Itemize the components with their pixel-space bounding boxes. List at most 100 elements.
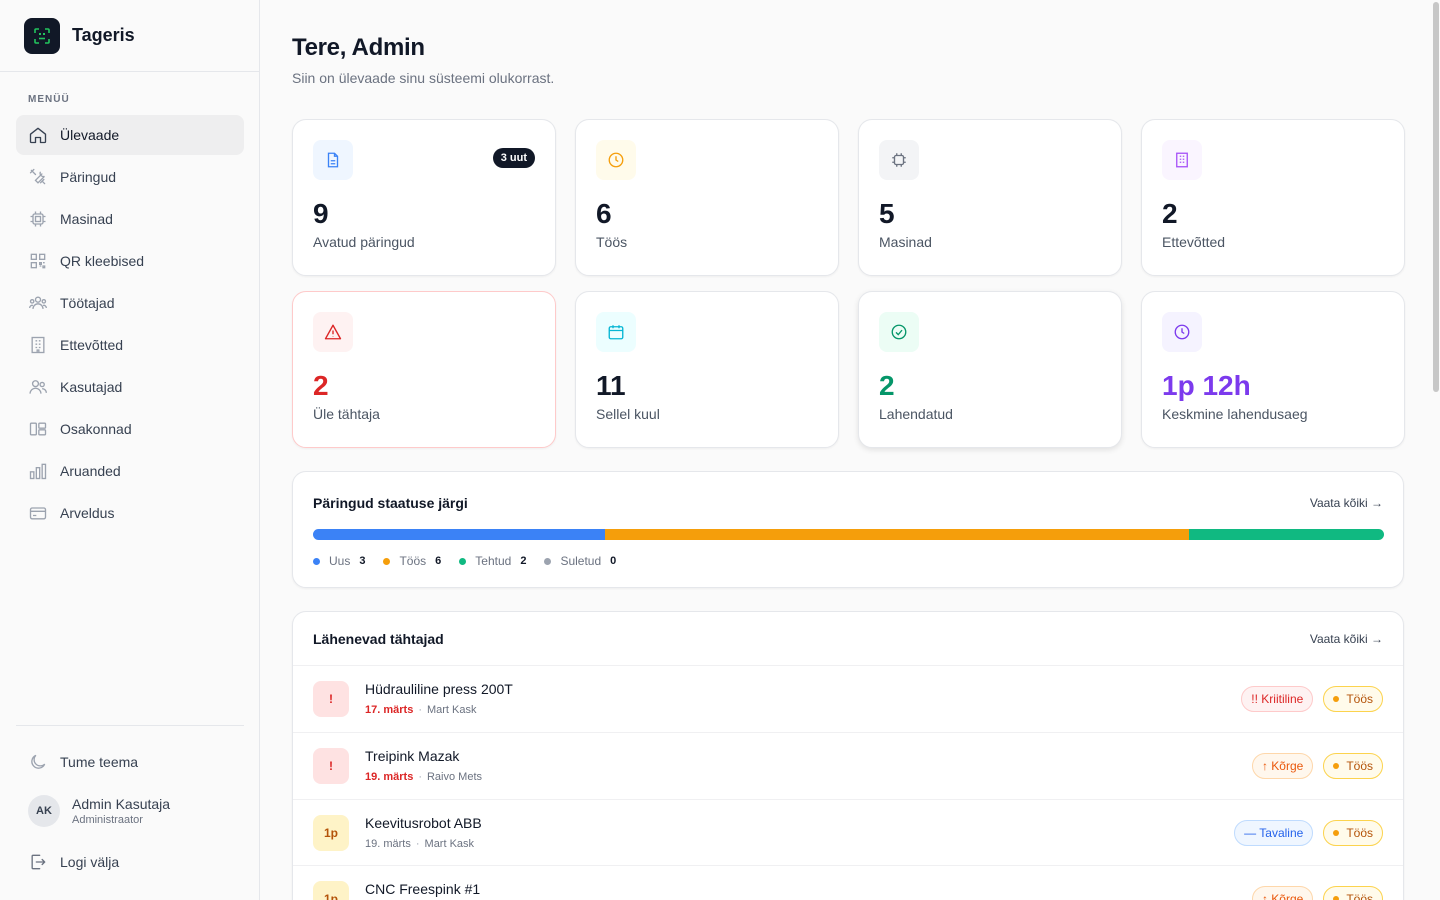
legend-item-suletud: Suletud 0 bbox=[544, 554, 616, 568]
row-tags: !! Kriitiline Töös bbox=[1231, 686, 1383, 712]
sidebar-item-label: Ülevaade bbox=[60, 127, 120, 143]
row-person: Raivo Mets bbox=[426, 771, 483, 783]
sidebar-nav: Ülevaade Päringud Masinad QR kleebised T… bbox=[16, 115, 244, 535]
stat-label: Lahendatud bbox=[879, 406, 953, 422]
deadlines-view-all-link[interactable]: Vaata kõiki → bbox=[1310, 632, 1383, 646]
sidebar-item-tootajad[interactable]: Töötajad bbox=[16, 283, 244, 323]
stat-label: Ettevõtted bbox=[1162, 234, 1226, 250]
credit-card-icon bbox=[29, 507, 47, 520]
sidebar-item-label: Töötajad bbox=[60, 295, 115, 311]
users-icon bbox=[29, 380, 47, 394]
building-icon bbox=[1162, 140, 1202, 180]
sidebar-item-qr-kleebised[interactable]: QR kleebised bbox=[16, 241, 244, 281]
brand[interactable]: Tageris bbox=[0, 0, 259, 72]
status-bar-segment bbox=[1189, 529, 1384, 540]
brand-logo-icon bbox=[24, 17, 60, 54]
stat-card-open-requests[interactable]: 3 uut 9 Avatud päringud bbox=[292, 119, 556, 276]
stat-card-machines[interactable]: 5 Masinad bbox=[858, 119, 1122, 276]
stat-value: 2 bbox=[1162, 198, 1178, 229]
theme-toggle-button[interactable]: Tume teema bbox=[16, 742, 244, 782]
stat-label: Üle tähtaja bbox=[313, 406, 380, 422]
row-title: CNC Freespink #1 bbox=[365, 881, 481, 897]
home-icon bbox=[29, 127, 47, 144]
priority-marker: 1p bbox=[313, 881, 349, 900]
row-person: Mart Kask bbox=[426, 704, 477, 716]
status-panel-title: Päringud staatuse järgi bbox=[313, 495, 468, 511]
row-person: Mart Kask bbox=[424, 838, 475, 850]
user-name: Admin Kasutaja bbox=[72, 796, 171, 812]
brand-name: Tageris bbox=[72, 25, 135, 45]
status-badge-label: Töös bbox=[1346, 692, 1373, 706]
status-dot bbox=[1333, 696, 1340, 702]
logout-label: Logi välja bbox=[60, 854, 120, 870]
qr-icon bbox=[30, 253, 46, 269]
team-icon bbox=[29, 296, 47, 309]
row-meta: 17. märts · Mart Kask bbox=[365, 704, 477, 716]
legend-dot bbox=[544, 557, 552, 565]
row-meta: 19. märts · Mart Kask bbox=[365, 838, 474, 850]
status-badge: Töös bbox=[1323, 753, 1383, 779]
status-dot bbox=[1333, 830, 1340, 836]
deadline-row[interactable]: ! Hüdrauliline press 200T 17. märts · Mart… bbox=[293, 665, 1403, 732]
stat-value: 1p 12h bbox=[1162, 370, 1251, 401]
priority-marker: ! bbox=[313, 681, 349, 717]
sidebar-item-label: Kasutajad bbox=[60, 379, 123, 395]
stat-card-resolved[interactable]: 2 Lahendatud bbox=[858, 291, 1122, 448]
sidebar-item-masinad[interactable]: Masinad bbox=[16, 199, 244, 239]
legend-label: Suletud bbox=[560, 554, 602, 568]
main-content: Tere, Admin Siin on ülevaade sinu süstee… bbox=[292, 0, 1405, 900]
stat-card-avg-resolution[interactable]: 1p 12h Keskmine lahendusaeg bbox=[1141, 291, 1405, 448]
sidebar-item-ettevotted[interactable]: Ettevõtted bbox=[16, 325, 244, 365]
page-scrollbar[interactable] bbox=[1432, 0, 1440, 900]
legend-label: Uus bbox=[329, 554, 351, 568]
page-subtitle: Siin on ülevaade sinu süsteemi olukorras… bbox=[292, 70, 555, 86]
stat-value: 11 bbox=[596, 370, 626, 401]
row-title: Treipink Mazak bbox=[365, 748, 460, 764]
row-date: 19. märts bbox=[365, 838, 411, 850]
stat-label: Töös bbox=[596, 234, 628, 250]
sidebar-item-osakonnad[interactable]: Osakonnad bbox=[16, 409, 244, 449]
clock-icon bbox=[1162, 312, 1202, 352]
status-bar-segment bbox=[605, 529, 1190, 540]
priority-badge: ↑ Kõrge bbox=[1251, 753, 1314, 779]
legend-label: Tehtud bbox=[475, 554, 512, 568]
row-tags: ↑ Kõrge Töös bbox=[1242, 886, 1383, 900]
stat-label: Avatud päringud bbox=[313, 234, 415, 250]
separator: · bbox=[418, 704, 422, 716]
sidebar-item-label: Aruanded bbox=[60, 463, 121, 479]
stat-card-this-month[interactable]: 11 Sellel kuul bbox=[575, 291, 839, 448]
stat-label: Sellel kuul bbox=[596, 406, 660, 422]
legend-dot bbox=[313, 557, 320, 565]
sidebar-item-paringud[interactable]: Päringud bbox=[16, 157, 244, 197]
status-legend: Uus 3 Töös 6 Tehtud 2 Suletud 0 bbox=[313, 554, 634, 568]
status-dot bbox=[1333, 763, 1340, 769]
scrollbar-thumb[interactable] bbox=[1433, 2, 1439, 392]
stat-value: 2 bbox=[879, 370, 895, 401]
stat-value: 9 bbox=[313, 198, 329, 229]
deadline-row[interactable]: 1p Keevitusrobot ABB 19. märts · Mart Kask… bbox=[293, 799, 1403, 866]
legend-count: 0 bbox=[610, 555, 617, 567]
logout-button[interactable]: Logi välja bbox=[16, 842, 244, 882]
status-view-all-link[interactable]: Vaata kõiki → bbox=[1310, 496, 1383, 510]
menu-label: MENÜÜ bbox=[28, 94, 70, 105]
separator: · bbox=[415, 838, 420, 850]
page-title: Tere, Admin bbox=[292, 34, 425, 61]
stat-card-overdue[interactable]: 2 Üle tähtaja bbox=[292, 291, 556, 448]
sidebar-footer: Tume teema AK Admin Kasutaja Administraa… bbox=[16, 725, 244, 882]
sidebar-item-kasutajad[interactable]: Kasutajad bbox=[16, 367, 244, 407]
new-badge: 3 uut bbox=[492, 148, 535, 168]
stat-card-in-progress[interactable]: 6 Töös bbox=[575, 119, 839, 276]
deadline-row[interactable]: 1p CNC Freespink #1 ↑ Kõrge Töös bbox=[293, 865, 1403, 900]
deadline-row[interactable]: ! Treipink Mazak 19. märts · Raivo Mets ↑ … bbox=[293, 732, 1403, 799]
stat-label: Masinad bbox=[879, 234, 932, 250]
row-title: Keevitusrobot ABB bbox=[365, 815, 482, 831]
row-tags: ↑ Kõrge Töös bbox=[1242, 753, 1383, 779]
deadlines-panel: Lähenevad tähtajad Vaata kõiki → ! Hüdra… bbox=[292, 611, 1404, 900]
sidebar-item-ulevaade[interactable]: Ülevaade bbox=[16, 115, 244, 155]
sidebar: Tageris MENÜÜ Ülevaade Päringud Masinad … bbox=[0, 0, 260, 900]
stat-card-companies[interactable]: 2 Ettevõtted bbox=[1141, 119, 1405, 276]
legend-count: 3 bbox=[359, 555, 366, 567]
user-profile[interactable]: AK Admin Kasutaja Administraator bbox=[16, 782, 244, 840]
sidebar-item-arveldus[interactable]: Arveldus bbox=[16, 493, 244, 533]
sidebar-item-aruanded[interactable]: Aruanded bbox=[16, 451, 244, 491]
